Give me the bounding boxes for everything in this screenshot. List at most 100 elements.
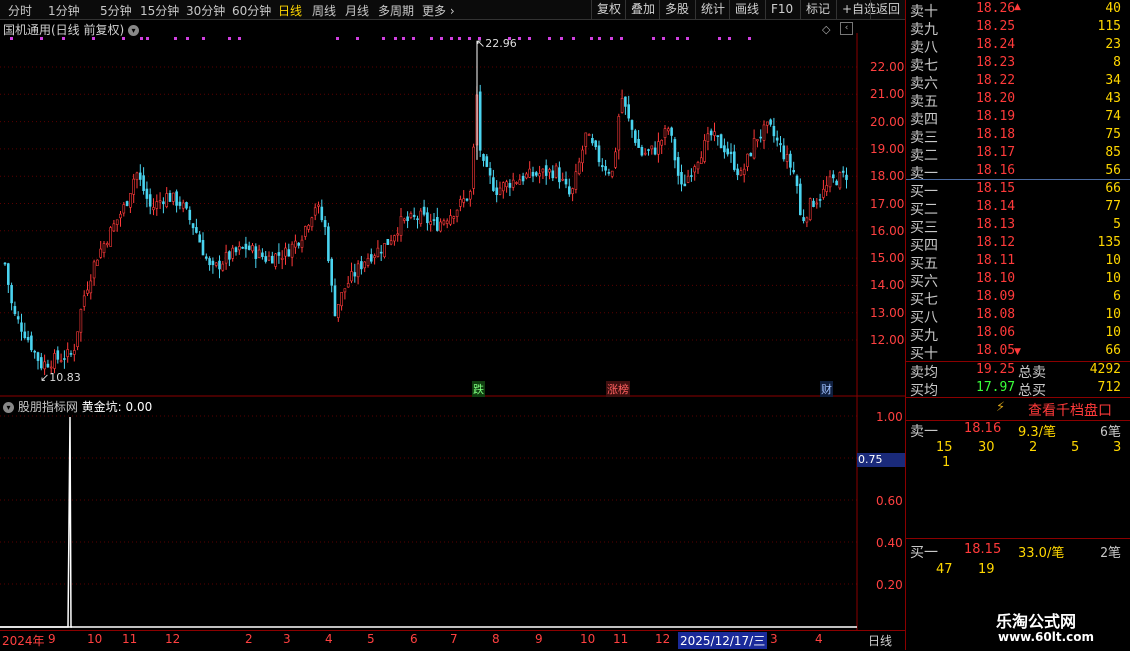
bid-row[interactable]: 买四 18.12 135 — [906, 235, 1130, 254]
bid-row[interactable]: 买五 18.11 10 — [906, 253, 1130, 272]
bid1-detail: 买一 18.15 33.0/笔 2笔 — [910, 542, 1121, 561]
ask-row[interactable]: 卖六 18.22 34 — [906, 73, 1130, 92]
bid-row[interactable]: 买七 18.09 6 — [906, 289, 1130, 308]
ask-price: 18.19 — [976, 109, 1016, 124]
candle-body — [175, 191, 178, 206]
candle-body — [327, 226, 330, 262]
bid-row[interactable]: 买三 18.13 5 — [906, 217, 1130, 236]
fuquan-button[interactable]: 复权 — [591, 0, 626, 19]
bid-row[interactable]: 买二 18.14 77 — [906, 199, 1130, 218]
price-tick: 14.00 — [870, 278, 905, 293]
bid-price: 18.05 — [976, 343, 1016, 358]
candle-body — [389, 240, 393, 245]
candle-body — [749, 152, 753, 157]
candle-body — [508, 183, 512, 188]
candle-body — [554, 165, 558, 178]
candle-body — [511, 179, 515, 188]
time-label: 3 — [770, 632, 778, 646]
ask-row[interactable]: 卖二 18.17 85 — [906, 145, 1130, 164]
period-fenshi[interactable]: 分时 — [8, 2, 32, 19]
time-label: 8 — [492, 632, 500, 646]
thousand-level-link[interactable]: 查看千档盘口 — [1028, 400, 1112, 420]
candle-body — [393, 235, 396, 242]
back-button[interactable]: 返回 — [870, 0, 905, 19]
candle-body — [43, 361, 46, 370]
ask-row[interactable]: 卖七 18.23 8 — [906, 55, 1130, 74]
ask-volume: 8 — [1113, 55, 1121, 70]
candle-body — [208, 258, 211, 266]
overlay-button[interactable]: 叠加 — [625, 0, 660, 19]
period-1min[interactable]: 1分钟 — [48, 2, 80, 19]
candlestick-chart[interactable] — [0, 19, 905, 397]
candle-body — [165, 193, 168, 207]
candle-body — [627, 104, 631, 119]
f10-button[interactable]: F10 — [765, 0, 798, 19]
period-60min[interactable]: 60分钟 — [232, 2, 271, 19]
ask-volume: 74 — [1105, 109, 1121, 124]
candle-body — [247, 245, 251, 250]
candle-body — [746, 153, 749, 167]
candle-body — [158, 200, 162, 203]
candle-body — [429, 221, 433, 225]
signal-dot — [676, 37, 679, 40]
candle-body — [564, 178, 568, 185]
candle-body — [633, 130, 637, 143]
candle-body — [129, 193, 132, 208]
candle-body — [416, 218, 419, 220]
bid-row[interactable]: 买六 18.10 10 — [906, 271, 1130, 290]
bid-price: 18.14 — [976, 199, 1016, 214]
thousand-level-row[interactable]: ⚡ 查看千档盘口 — [906, 398, 1130, 420]
ask-row[interactable]: 卖九 18.25 115 — [906, 19, 1130, 38]
ask-volume: 56 — [1105, 163, 1121, 178]
price-tick: 13.00 — [870, 305, 905, 320]
period-daily[interactable]: 日线 — [278, 2, 302, 19]
signal-dot — [394, 37, 397, 40]
candle-body — [772, 126, 776, 137]
bid-row[interactable]: 买一 18.15 66 — [906, 181, 1130, 200]
period-5min[interactable]: 5分钟 — [100, 2, 132, 19]
marker-up-list[interactable]: 涨榜 — [606, 381, 630, 397]
candle-body — [518, 179, 522, 185]
candle-body — [303, 226, 307, 237]
period-monthly[interactable]: 月线 — [345, 2, 369, 19]
indicator-chart[interactable] — [0, 397, 905, 630]
candle-body — [600, 165, 604, 168]
draw-line-button[interactable]: 画线 — [729, 0, 764, 19]
candle-body — [538, 173, 541, 177]
candle-body — [653, 147, 657, 155]
period-15min[interactable]: 15分钟 — [140, 2, 179, 19]
ask-row[interactable]: 卖四 18.19 74 — [906, 109, 1130, 128]
candle-body — [571, 188, 574, 195]
period-more[interactable]: 更多 › — [422, 2, 455, 19]
marker-finance[interactable]: 财 — [820, 381, 833, 397]
bid-row[interactable]: 买九 18.06 10 — [906, 325, 1130, 344]
candle-body — [73, 350, 76, 355]
period-30min[interactable]: 30分钟 — [186, 2, 225, 19]
candle-body — [221, 263, 225, 271]
candle-body — [617, 116, 621, 151]
signal-dot — [518, 37, 521, 40]
candle-body — [36, 352, 40, 361]
bid-row[interactable]: 买八 18.08 10 — [906, 307, 1130, 326]
mark-button[interactable]: 标记 — [800, 0, 835, 19]
time-label: 3 — [283, 632, 291, 646]
marker-fall[interactable]: 跌 — [472, 381, 485, 397]
ask-row[interactable]: 卖三 18.18 75 — [906, 127, 1130, 146]
candle-body — [330, 258, 334, 286]
stats-button[interactable]: 统计 — [695, 0, 730, 19]
down-arrow-icon: ▼ — [1014, 347, 1021, 357]
candle-body — [181, 202, 185, 209]
period-multi[interactable]: 多周期 — [378, 2, 414, 19]
candle-body — [373, 255, 376, 258]
multi-stock-button[interactable]: 多股 — [659, 0, 694, 19]
ask-row[interactable]: 卖八 18.24 23 — [906, 37, 1130, 56]
signal-dot — [382, 37, 385, 40]
cursor-value-box: 0.75 — [857, 453, 906, 467]
period-weekly[interactable]: 周线 — [312, 2, 336, 19]
candle-body — [841, 170, 845, 173]
ask-row[interactable]: 卖五 18.20 43 — [906, 91, 1130, 110]
indicator-tick: 0.40 — [876, 536, 903, 550]
candle-body — [277, 252, 281, 256]
signal-dot — [122, 37, 125, 40]
candle-body — [574, 171, 578, 190]
